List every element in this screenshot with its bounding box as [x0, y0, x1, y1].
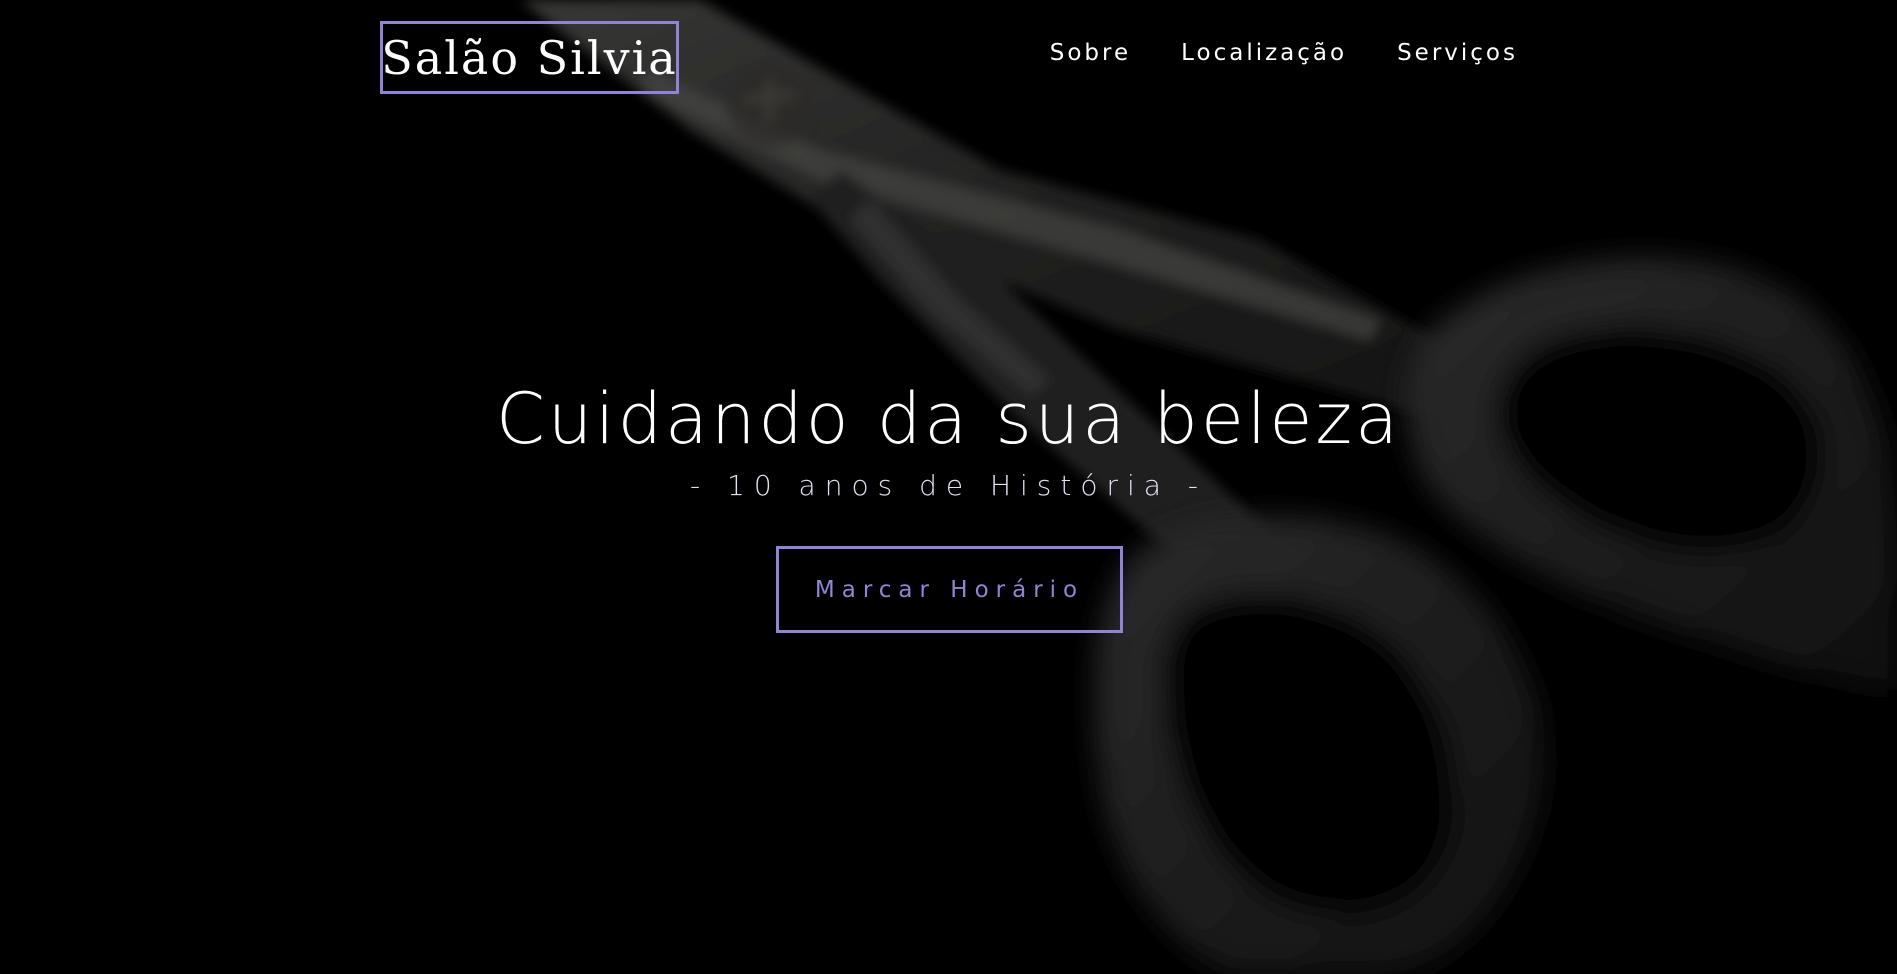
- book-appointment-label: Marcar Horário: [814, 576, 1085, 603]
- nav-link-localizacao[interactable]: Localização: [1181, 40, 1347, 66]
- nav-link-sobre[interactable]: Sobre: [1050, 40, 1131, 66]
- page: Salão Silvia Sobre Localização Serviços …: [0, 0, 1897, 974]
- book-appointment-button[interactable]: Marcar Horário: [776, 546, 1123, 633]
- logo[interactable]: Salão Silvia: [380, 21, 679, 94]
- nav-link-servicos[interactable]: Serviços: [1397, 40, 1518, 66]
- logo-text: Salão Silvia: [381, 30, 678, 85]
- main-nav: Sobre Localização Serviços: [1050, 40, 1518, 66]
- hero-title: Cuidando da sua beleza: [495, 378, 1402, 460]
- hero-subtitle: - 10 anos de História -: [690, 469, 1207, 502]
